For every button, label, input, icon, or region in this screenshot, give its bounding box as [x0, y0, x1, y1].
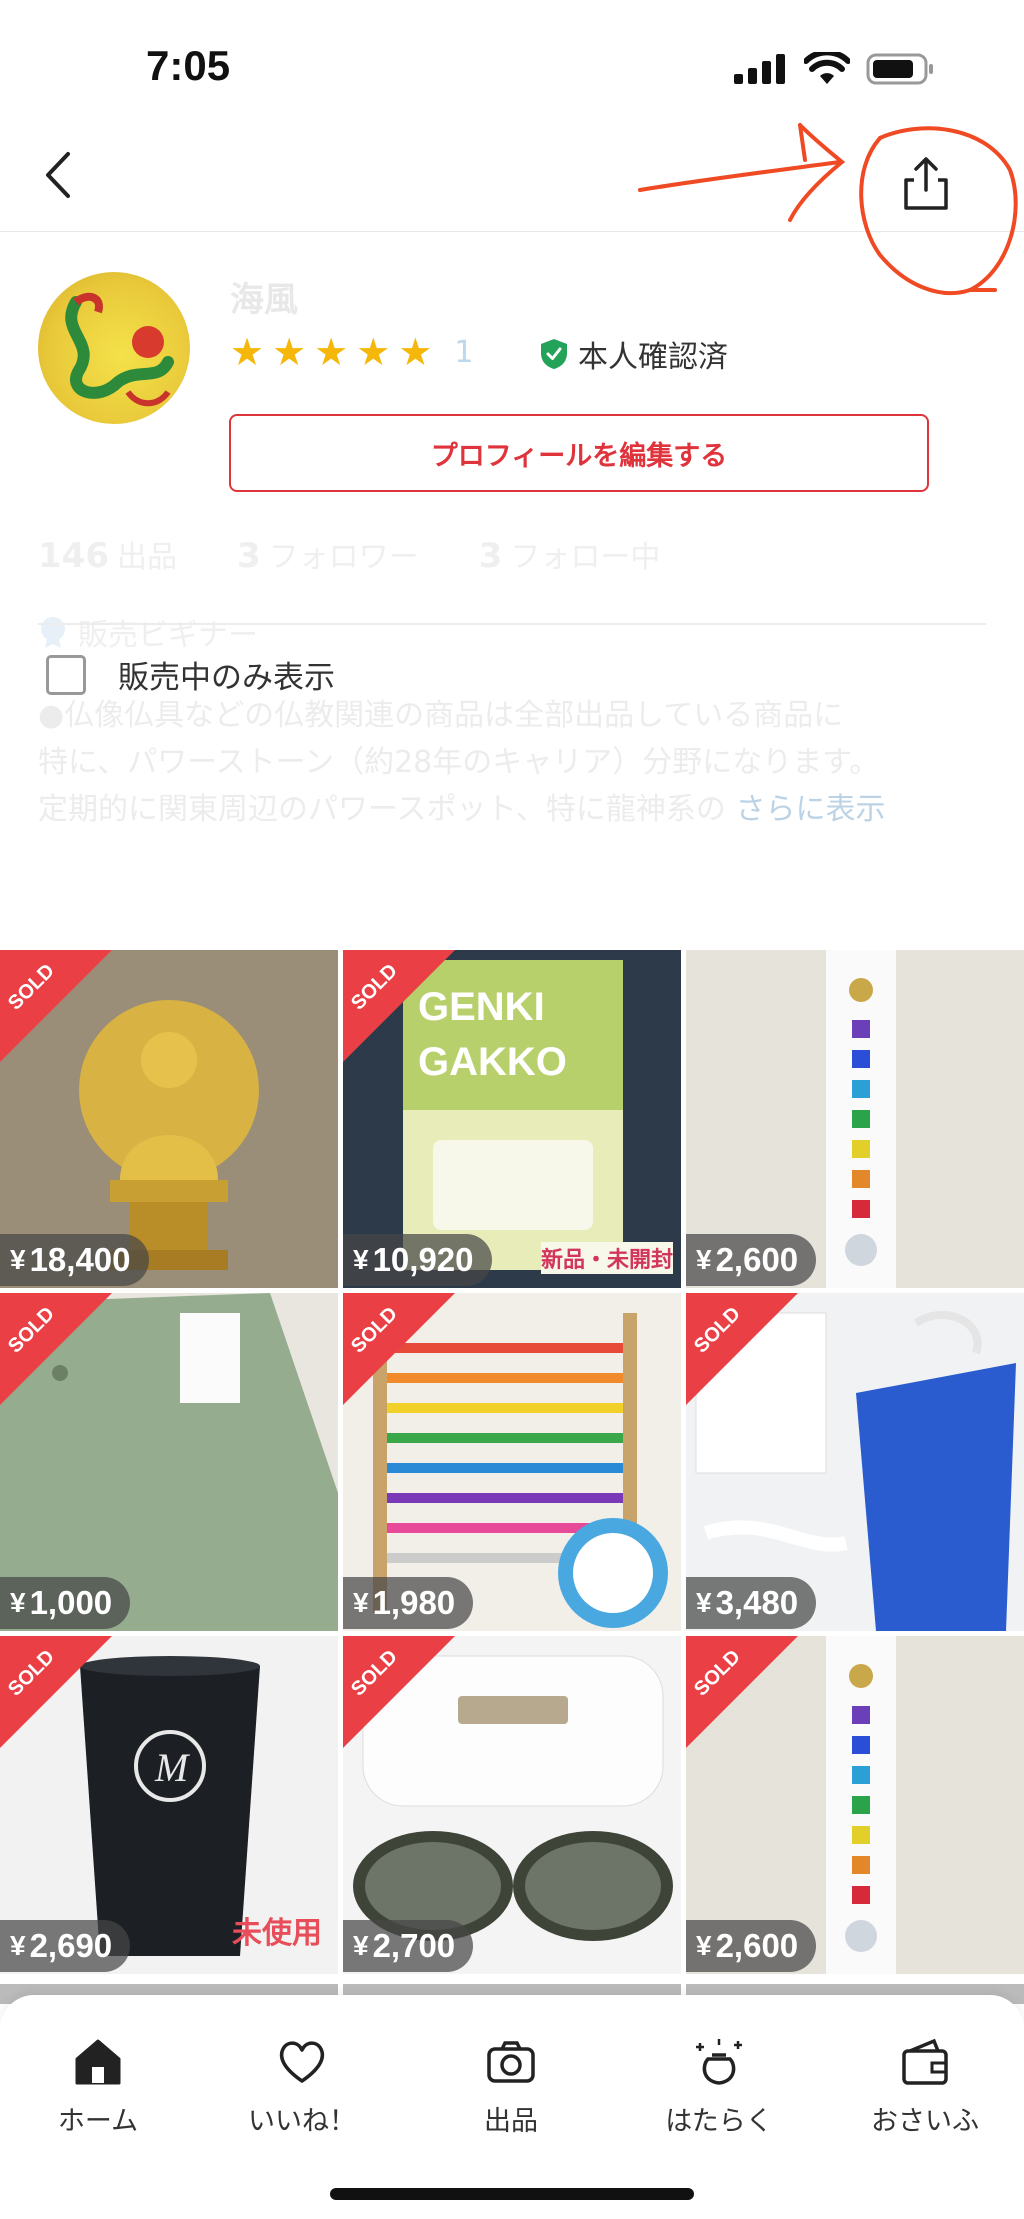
rating-count: 1: [454, 334, 474, 370]
item-price: ¥10,920: [343, 1234, 492, 1286]
verified-badge: 本人確認済: [540, 332, 728, 376]
item-tile[interactable]: SOLD ¥1,000: [0, 1293, 338, 1631]
price-value: 2,600: [715, 1927, 799, 1964]
shield-check-icon: [541, 339, 567, 369]
currency-symbol: ¥: [10, 1930, 26, 1961]
currency-symbol: ¥: [353, 1930, 369, 1961]
nav-bar: [0, 110, 1024, 232]
star-icon: ★: [398, 330, 433, 374]
tab-sell[interactable]: 出品: [431, 2035, 591, 2138]
profile-stats: 146 出品 3 フォロワー 3 フォロー中: [38, 532, 660, 576]
currency-symbol: ¥: [696, 1930, 712, 1961]
tab-work[interactable]: はたらく: [639, 2035, 799, 2138]
currency-symbol: ¥: [10, 1244, 26, 1275]
item-condition-label: 未使用: [232, 1916, 322, 1951]
status-bar: 7:05: [0, 0, 1024, 110]
currency-symbol: ¥: [10, 1587, 26, 1618]
stat-following[interactable]: 3 フォロー中: [479, 532, 661, 576]
seller-badge: 販売ビギナー: [38, 610, 258, 654]
star-icon: ★: [230, 330, 265, 374]
item-price: ¥2,690: [0, 1920, 131, 1972]
item-grid: SOLD ¥18,400 GENKI GAKKO 新品・未開封 SOLD ¥10,920 ¥2…: [0, 950, 1024, 1974]
item-tile[interactable]: SOLD ¥18,400: [0, 950, 338, 1288]
tab-wallet[interactable]: おさいふ: [845, 2035, 1005, 2138]
on-sale-filter-label: 販売中のみ表示: [118, 660, 335, 696]
item-tile[interactable]: SOLD ¥2,700: [343, 1636, 681, 1974]
item-tile[interactable]: ¥2,600: [686, 950, 1024, 1288]
price-value: 18,400: [29, 1241, 131, 1278]
stat-followers[interactable]: 3 フォロワー: [237, 532, 419, 576]
item-price: ¥2,600: [686, 1920, 817, 1972]
heart-icon: [279, 2041, 325, 2083]
wallet-icon: [902, 2038, 948, 2085]
user-name: 海風: [230, 280, 298, 320]
star-icon: ★: [314, 330, 349, 374]
bag-sparkle-icon: [696, 2039, 742, 2085]
edit-profile-button[interactable]: プロフィールを編集する: [229, 414, 929, 492]
star-icon: ★: [272, 330, 307, 374]
camera-icon: [487, 2041, 535, 2083]
item-price: ¥1,000: [0, 1577, 131, 1629]
signal-icon: [734, 54, 785, 84]
price-value: 3,480: [715, 1584, 799, 1621]
price-value: 2,600: [715, 1241, 799, 1278]
divider: [38, 623, 986, 625]
profile-bio: ●仏像仏具などの仏教関連の商品は全部出品している商品に 特に、パワーストーン（約…: [38, 698, 886, 827]
price-value: 2,700: [372, 1927, 456, 1964]
currency-symbol: ¥: [353, 1587, 369, 1618]
star-icon: ★: [356, 330, 391, 374]
svg-text:M: M: [154, 1745, 191, 1790]
back-icon[interactable]: [38, 150, 78, 200]
rating-stars[interactable]: ★ ★ ★ ★ ★ 1: [230, 332, 473, 372]
currency-symbol: ¥: [696, 1587, 712, 1618]
item-price: ¥2,600: [686, 1234, 817, 1286]
item-condition-label: 新品・未開封: [540, 1242, 673, 1274]
item-tile[interactable]: SOLD ¥1,980: [343, 1293, 681, 1631]
item-price: ¥3,480: [686, 1577, 817, 1629]
tab-likes[interactable]: いいね！: [222, 2035, 382, 2138]
bottom-tab-bar: ホーム いいね！ 出品 はたらく おさいふ: [0, 1995, 1024, 2219]
item-tile[interactable]: GENKI GAKKO 新品・未開封 SOLD ¥10,920: [343, 950, 681, 1288]
item-price: ¥18,400: [0, 1234, 149, 1286]
item-tile[interactable]: M 未使用 SOLD ¥2,690: [0, 1636, 338, 1974]
item-tile[interactable]: SOLD ¥3,480: [686, 1293, 1024, 1631]
home-icon: [75, 2039, 121, 2085]
price-value: 2,690: [29, 1927, 113, 1964]
wifi-icon: [804, 52, 850, 84]
avatar[interactable]: [38, 272, 190, 424]
price-value: 10,920: [372, 1241, 474, 1278]
price-value: 1,000: [29, 1584, 113, 1621]
item-price: ¥2,700: [343, 1920, 474, 1972]
currency-symbol: ¥: [696, 1244, 712, 1275]
share-icon[interactable]: [896, 154, 956, 214]
currency-symbol: ¥: [353, 1244, 369, 1275]
battery-icon: [866, 53, 933, 85]
on-sale-filter[interactable]: 販売中のみ表示: [46, 652, 335, 697]
item-tile[interactable]: SOLD ¥2,600: [686, 1636, 1024, 1974]
read-more-link[interactable]: さらに表示: [735, 792, 885, 827]
tab-home[interactable]: ホーム: [18, 2035, 178, 2138]
home-indicator: [330, 2188, 694, 2200]
stat-listings[interactable]: 146 出品: [38, 532, 177, 576]
item-price: ¥1,980: [343, 1577, 474, 1629]
price-value: 1,980: [372, 1584, 456, 1621]
clock: 7:05: [146, 42, 231, 89]
on-sale-checkbox[interactable]: [46, 654, 86, 695]
medal-icon: [41, 617, 65, 648]
verified-label: 本人確認済: [578, 340, 728, 375]
dragon-avatar-image: [65, 292, 174, 407]
